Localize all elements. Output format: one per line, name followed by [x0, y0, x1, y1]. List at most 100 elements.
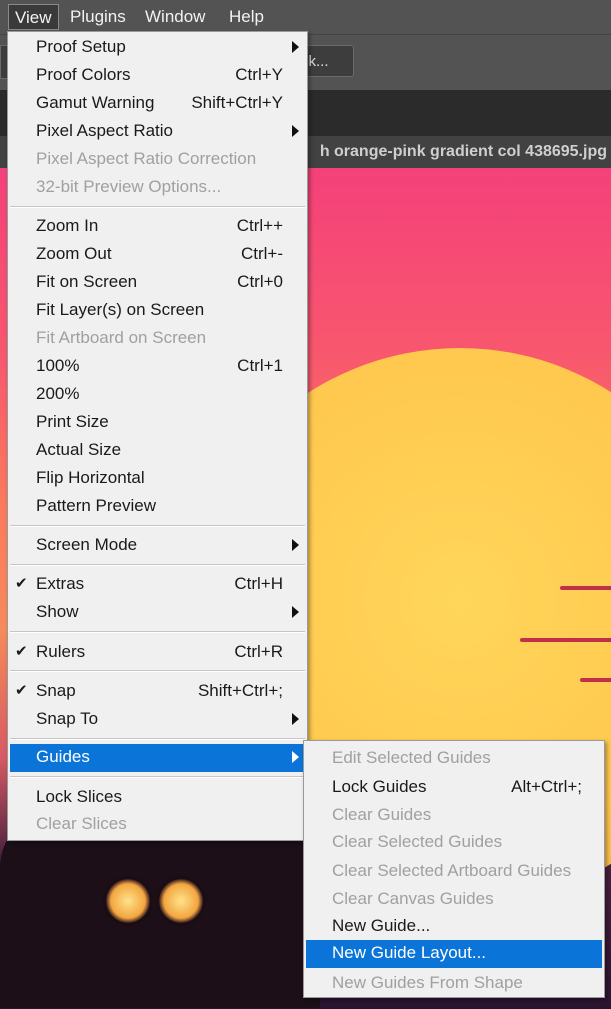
menu-item-label: Clear Selected Artboard Guides — [332, 861, 572, 880]
menu-item-label: Zoom Out — [36, 244, 112, 263]
menu-item-rulers[interactable]: ✔ Rulers Ctrl+R — [10, 639, 305, 667]
menu-plugins[interactable]: Plugins — [64, 4, 132, 30]
menu-item-pattern-preview[interactable]: Pattern Preview — [10, 493, 305, 521]
menu-item-100-percent[interactable]: 100% Ctrl+1 — [10, 353, 305, 381]
menu-item-200-percent[interactable]: 200% — [10, 381, 305, 409]
menu-item-label: Clear Canvas Guides — [332, 889, 494, 908]
submenu-item-clear-selected-artboard-guides: Clear Selected Artboard Guides — [306, 858, 602, 886]
menu-item-shortcut: Shift+Ctrl+; — [197, 681, 283, 700]
menu-item-label: Proof Colors — [36, 65, 131, 84]
menu-item-shortcut: Ctrl+- — [240, 244, 283, 263]
menu-item-label: Fit Artboard on Screen — [36, 328, 207, 347]
menu-item-label: Screen Mode — [36, 535, 138, 554]
menu-item-shortcut: Alt+Ctrl+; — [511, 777, 582, 796]
menu-item-shortcut: Ctrl+Y — [235, 65, 283, 84]
submenu-arrow-icon — [292, 751, 299, 763]
menu-item-zoom-out[interactable]: Zoom Out Ctrl+- — [10, 241, 305, 269]
menu-item-screen-mode[interactable]: Screen Mode — [10, 532, 305, 560]
menu-item-snap-to[interactable]: Snap To — [10, 706, 305, 734]
menu-item-label: Zoom In — [36, 216, 99, 235]
menu-item-label: Pixel Aspect Ratio Correction — [36, 149, 257, 168]
menu-item-label: Flip Horizontal — [36, 468, 145, 487]
submenu-item-clear-canvas-guides: Clear Canvas Guides — [306, 886, 602, 914]
menu-item-label: Snap To — [36, 709, 99, 728]
canvas-stripe — [580, 678, 611, 682]
menu-item-label: New Guides From Shape — [332, 973, 523, 992]
menu-separator — [10, 631, 305, 633]
menu-item-guides[interactable]: Guides — [10, 744, 305, 772]
menu-item-label: Clear Slices — [36, 814, 127, 833]
menu-bar: View Plugins Window Help — [0, 0, 611, 34]
menu-item-label: Gamut Warning — [36, 93, 155, 112]
submenu-item-new-guide[interactable]: New Guide... — [306, 913, 602, 941]
menu-item-snap[interactable]: ✔ Snap Shift+Ctrl+; — [10, 678, 305, 706]
menu-item-label: Fit Layer(s) on Screen — [36, 300, 205, 319]
menu-item-extras[interactable]: ✔ Extras Ctrl+H — [10, 571, 305, 599]
menu-item-show[interactable]: Show — [10, 599, 305, 627]
menu-help[interactable]: Help — [223, 4, 270, 30]
menu-window[interactable]: Window — [139, 4, 211, 30]
submenu-arrow-icon — [292, 713, 299, 725]
menu-item-label: Rulers — [36, 642, 86, 661]
menu-item-label: Guides — [36, 747, 90, 766]
menu-item-shortcut: Ctrl+0 — [237, 272, 283, 291]
menu-item-label: 32-bit Preview Options... — [36, 177, 222, 196]
canvas-stripe — [520, 638, 611, 642]
menu-item-label: Show — [36, 602, 79, 621]
menu-item-label: Lock Guides — [332, 777, 427, 796]
menu-item-flip-horizontal[interactable]: Flip Horizontal — [10, 465, 305, 493]
menu-item-label: Print Size — [36, 412, 109, 431]
menu-item-label: Fit on Screen — [36, 272, 138, 291]
menu-item-fit-layers-on-screen[interactable]: Fit Layer(s) on Screen — [10, 297, 305, 325]
menu-separator — [10, 738, 305, 740]
menu-item-shortcut: Ctrl+R — [234, 642, 283, 661]
menu-item-label: Proof Setup — [36, 37, 126, 56]
menu-separator — [10, 670, 305, 672]
submenu-item-lock-guides[interactable]: Lock Guides Alt+Ctrl+; — [306, 774, 602, 802]
menu-view[interactable]: View — [8, 4, 59, 30]
menu-item-fit-on-screen[interactable]: Fit on Screen Ctrl+0 — [10, 269, 305, 297]
menu-separator — [10, 564, 305, 566]
submenu-arrow-icon — [292, 539, 299, 551]
menu-item-shortcut: Ctrl+H — [234, 574, 283, 593]
menu-item-label: Actual Size — [36, 440, 122, 459]
menu-item-proof-setup[interactable]: Proof Setup — [10, 34, 305, 62]
menu-separator — [10, 776, 305, 778]
menu-item-label: Pixel Aspect Ratio — [36, 121, 174, 140]
menu-item-pixel-aspect-ratio-correction: Pixel Aspect Ratio Correction — [10, 146, 305, 174]
checkmark-icon: ✔ — [15, 682, 28, 699]
menu-item-proof-colors[interactable]: Proof Colors Ctrl+Y — [10, 62, 305, 90]
menu-item-label: Clear Guides — [332, 805, 432, 824]
menu-item-label: Clear Selected Guides — [332, 832, 503, 851]
car-headlight — [103, 876, 153, 926]
menu-item-lock-slices[interactable]: Lock Slices — [10, 784, 305, 812]
canvas-stripe — [560, 586, 611, 590]
menu-item-pixel-aspect-ratio[interactable]: Pixel Aspect Ratio — [10, 118, 305, 146]
car-headlight — [156, 876, 206, 926]
menu-item-print-size[interactable]: Print Size — [10, 409, 305, 437]
view-menu: Proof Setup Proof Colors Ctrl+Y Gamut War… — [7, 31, 308, 841]
menu-item-fit-artboard-on-screen: Fit Artboard on Screen — [10, 325, 305, 353]
menu-item-clear-slices: Clear Slices — [10, 811, 305, 839]
menu-item-label: 200% — [36, 384, 80, 403]
menu-item-gamut-warning[interactable]: Gamut Warning Shift+Ctrl+Y — [10, 90, 305, 118]
menu-item-label: 100% — [36, 356, 80, 375]
submenu-item-new-guide-layout[interactable]: New Guide Layout... — [306, 940, 602, 968]
menu-item-label: New Guide Layout... — [332, 943, 487, 962]
menu-item-shortcut: Shift+Ctrl+Y — [191, 93, 283, 112]
menu-item-actual-size[interactable]: Actual Size — [10, 437, 305, 465]
menu-separator — [10, 525, 305, 527]
submenu-item-clear-guides: Clear Guides — [306, 802, 602, 830]
menu-item-label: Extras — [36, 574, 85, 593]
menu-item-zoom-in[interactable]: Zoom In Ctrl++ — [10, 213, 305, 241]
submenu-item-clear-selected-guides: Clear Selected Guides — [306, 829, 602, 857]
menu-separator — [10, 206, 305, 208]
menu-item-shortcut: Ctrl+1 — [237, 356, 283, 375]
menu-item-label: Lock Slices — [36, 787, 122, 806]
submenu-arrow-icon — [292, 606, 299, 618]
submenu-arrow-icon — [292, 125, 299, 137]
menu-item-label: Snap — [36, 681, 76, 700]
menu-item-label: Pattern Preview — [36, 496, 156, 515]
menu-item-label: New Guide... — [332, 916, 431, 935]
checkmark-icon: ✔ — [15, 575, 28, 592]
